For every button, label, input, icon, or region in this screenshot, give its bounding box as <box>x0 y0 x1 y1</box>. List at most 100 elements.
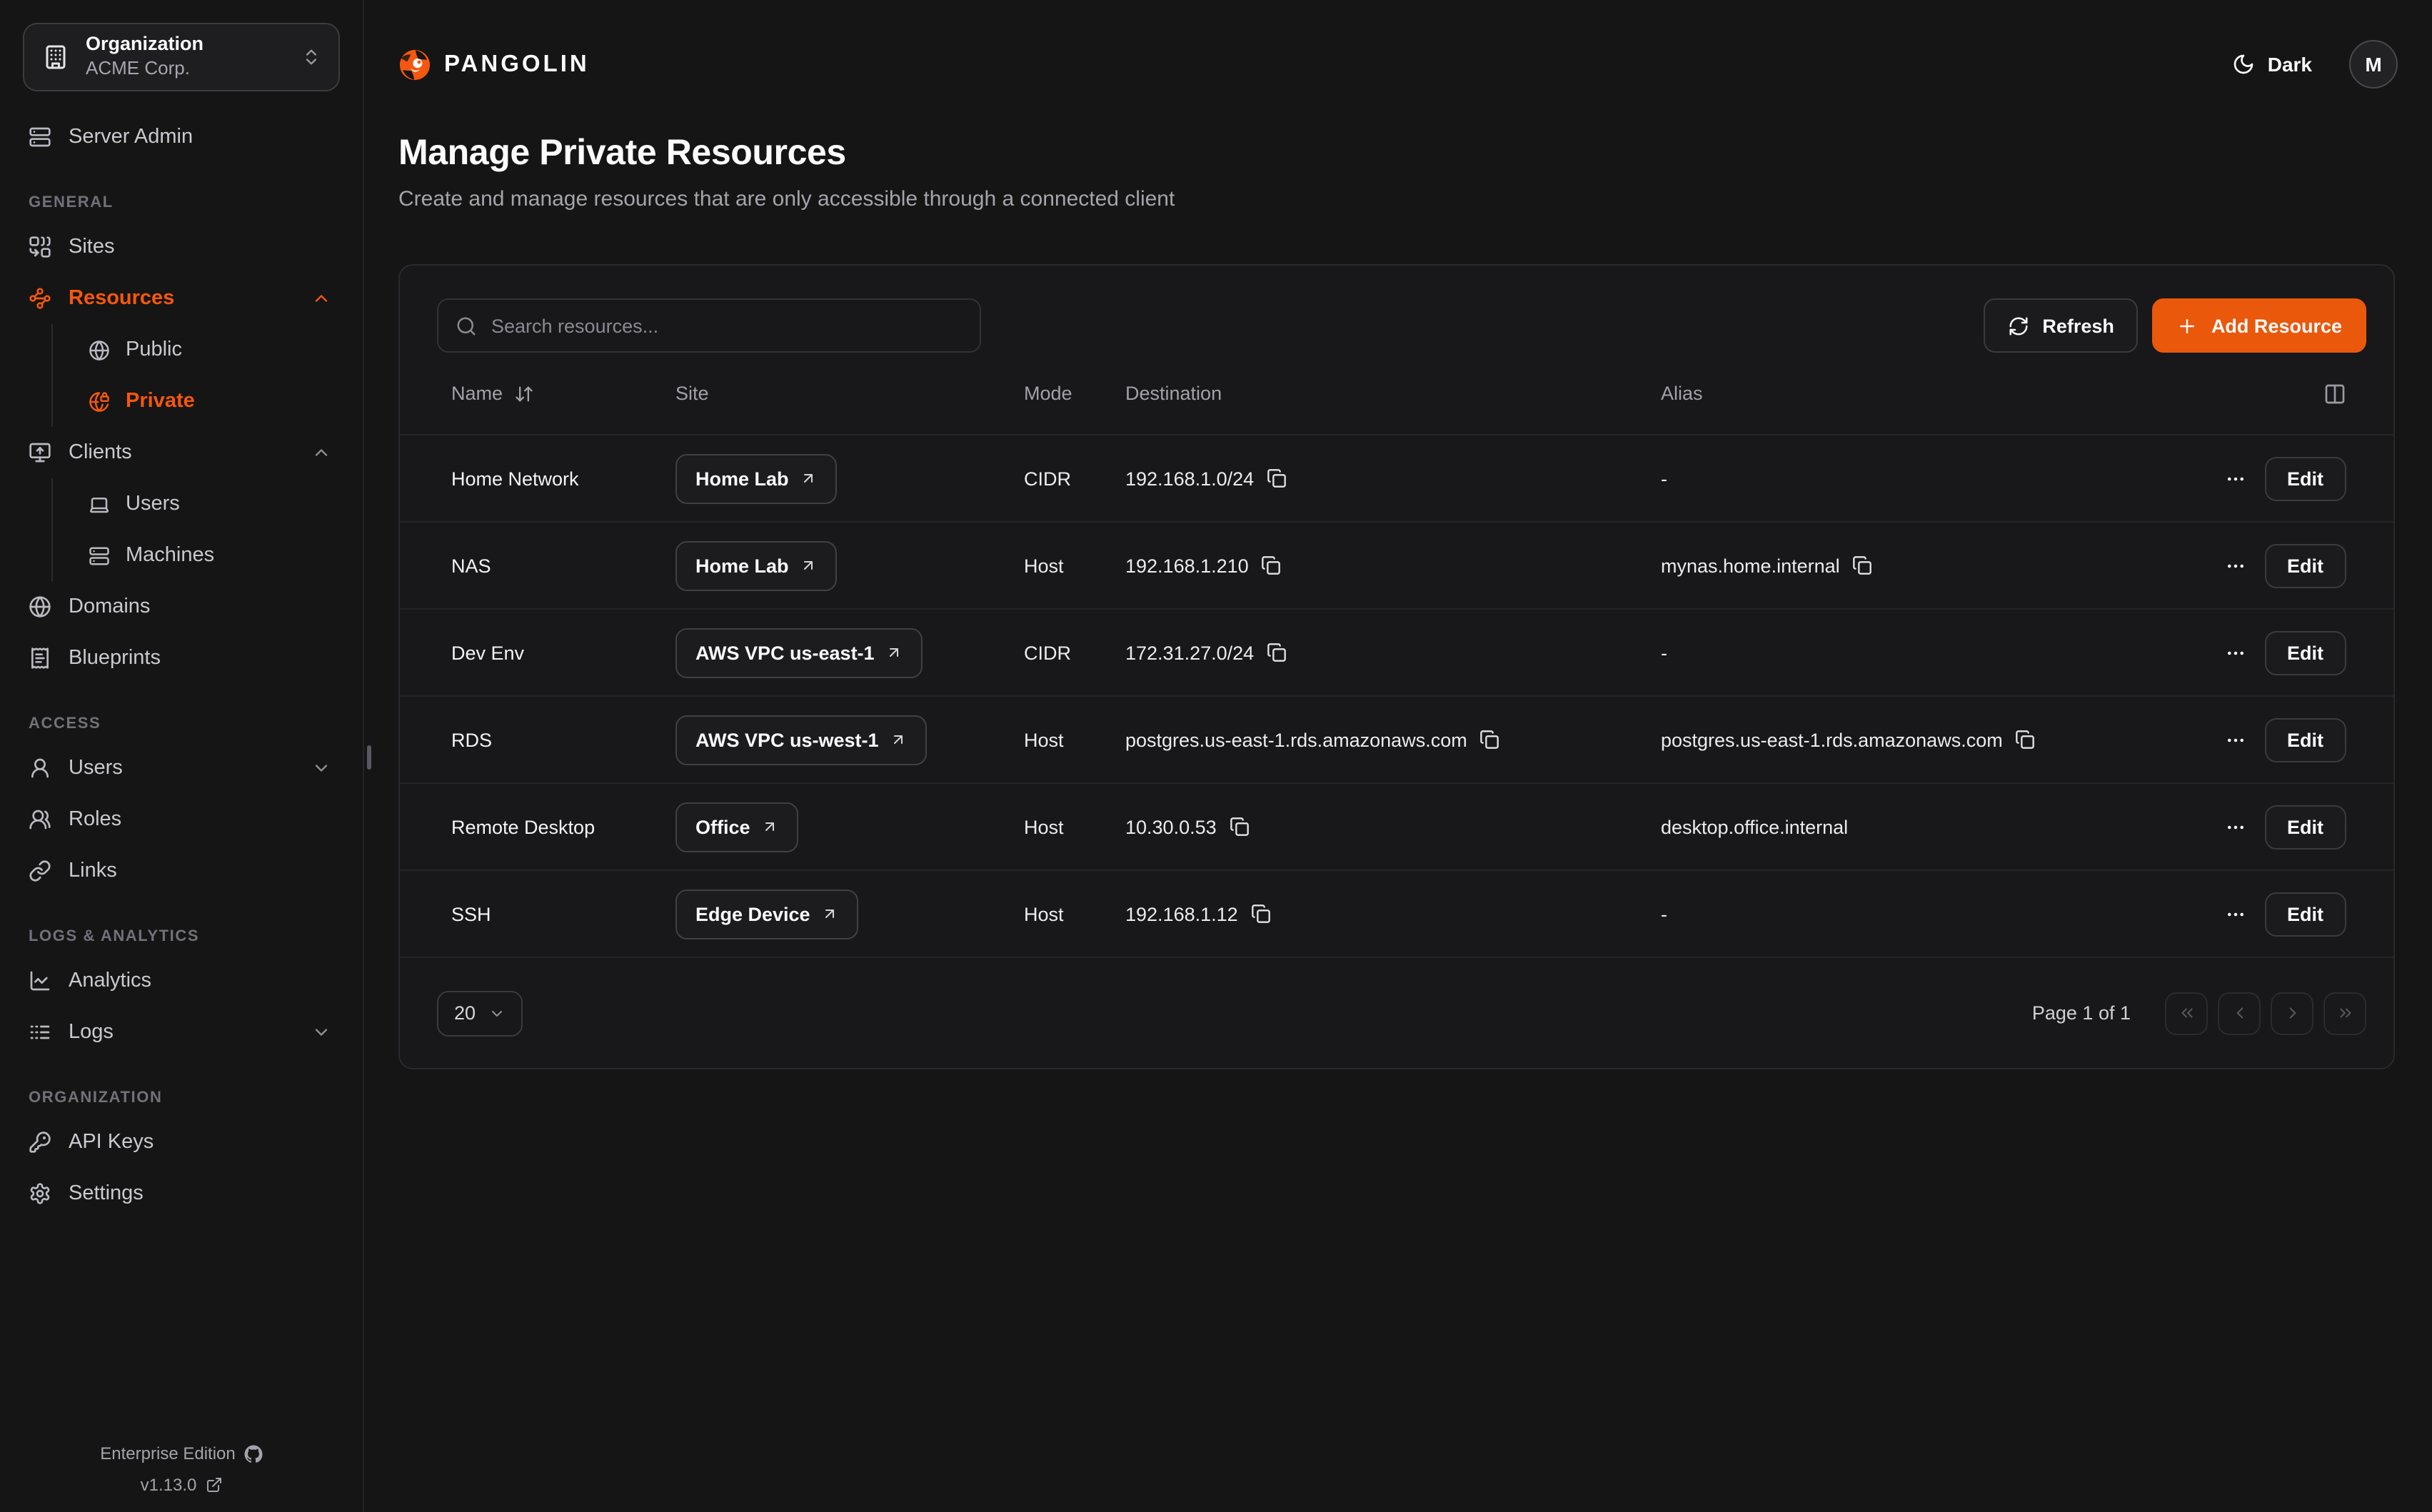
table-row: Dev Env AWS VPC us-east-1 CIDR 172.31.27… <box>400 608 2393 695</box>
site-link-button[interactable]: AWS VPC us-east-1 <box>675 628 923 677</box>
combine-icon <box>29 236 51 258</box>
resource-name: Dev Env <box>451 642 675 663</box>
previous-page-button[interactable] <box>2218 992 2261 1034</box>
section-label-logs-analytics: LOGS & ANALYTICS <box>29 928 340 945</box>
plus-icon <box>2177 315 2199 336</box>
sidebar-item-roles[interactable]: Roles <box>23 794 340 845</box>
add-resource-label: Add Resource <box>2211 315 2342 336</box>
first-page-button[interactable] <box>2165 992 2208 1034</box>
site-link-button[interactable]: AWS VPC us-west-1 <box>675 715 928 765</box>
edition-label: Enterprise Edition <box>100 1443 235 1463</box>
row-menu-button[interactable] <box>2224 642 2246 663</box>
receipt-icon <box>29 647 51 670</box>
edit-button[interactable]: Edit <box>2264 630 2346 675</box>
sidebar-nav: Server Admin GENERAL Sites Resources Pub… <box>23 111 340 1219</box>
sidebar-item-users[interactable]: Users <box>23 742 340 794</box>
column-header-destination: Destination <box>1125 383 1661 404</box>
copy-icon[interactable] <box>1230 817 1250 837</box>
refresh-button[interactable]: Refresh <box>1984 298 2139 353</box>
site-link-button[interactable]: Edge Device <box>675 889 859 939</box>
column-header-name: Name <box>451 383 675 404</box>
column-header-mode: Mode <box>1024 383 1125 404</box>
search-input[interactable] <box>491 315 963 336</box>
theme-toggle[interactable]: Dark <box>2232 53 2312 76</box>
sidebar-item-resources[interactable]: Resources <box>23 273 340 324</box>
topbar-right: Dark M <box>2232 40 2398 89</box>
mode-value: CIDR <box>1024 642 1125 663</box>
brand[interactable]: PANGOLIN <box>398 48 590 81</box>
row-menu-button[interactable] <box>2224 555 2246 576</box>
sidebar-item-links[interactable]: Links <box>23 845 340 897</box>
arrow-up-right-icon <box>822 905 839 922</box>
sidebar-item-sites[interactable]: Sites <box>23 221 340 273</box>
sidebar-item-clients[interactable]: Clients <box>23 427 340 478</box>
last-page-button[interactable] <box>2323 992 2366 1034</box>
org-selector[interactable]: Organization ACME Corp. <box>23 23 340 91</box>
sidebar-item-label: Public <box>126 338 182 361</box>
copy-icon[interactable] <box>1267 642 1287 662</box>
destination-value: 192.168.1.210 <box>1125 555 1249 576</box>
sidebar-item-settings[interactable]: Settings <box>23 1168 340 1219</box>
edit-button[interactable]: Edit <box>2264 543 2346 588</box>
table-row: NAS Home Lab Host 192.168.1.210 mynas.ho… <box>400 521 2393 608</box>
alias-value: desktop.office.internal <box>1661 816 1848 837</box>
row-menu-button[interactable] <box>2224 729 2246 750</box>
copy-icon[interactable] <box>1480 730 1500 750</box>
columns-icon[interactable] <box>2323 382 2346 405</box>
edit-button[interactable]: Edit <box>2264 717 2346 762</box>
site-link-button[interactable]: Office <box>675 802 799 852</box>
copy-icon[interactable] <box>1251 904 1271 924</box>
sort-icon[interactable] <box>514 383 534 403</box>
copy-icon[interactable] <box>2016 730 2036 750</box>
copy-icon[interactable] <box>1262 555 1282 575</box>
sidebar-item-label: Analytics <box>69 969 151 992</box>
next-page-button[interactable] <box>2271 992 2313 1034</box>
row-menu-button[interactable] <box>2224 468 2246 489</box>
table-row: RDS AWS VPC us-west-1 Host postgres.us-e… <box>400 695 2393 782</box>
destination-value: 192.168.1.12 <box>1125 903 1238 924</box>
org-selector-value: ACME Corp. <box>86 58 190 81</box>
sidebar-item-logs[interactable]: Logs <box>23 1007 340 1058</box>
sidebar-item-server-admin[interactable]: Server Admin <box>23 111 340 163</box>
sidebar-item-analytics[interactable]: Analytics <box>23 955 340 1007</box>
edit-button[interactable]: Edit <box>2264 456 2346 500</box>
sidebar-item-label: Domains <box>69 595 150 618</box>
arrow-up-right-icon <box>890 731 908 748</box>
resource-name: Home Network <box>451 468 675 489</box>
building-icon <box>43 44 69 70</box>
logs-icon <box>29 1021 51 1044</box>
edition-link[interactable]: Enterprise Edition <box>100 1443 262 1463</box>
column-header-site: Site <box>675 383 1024 404</box>
page-size-select[interactable]: 20 <box>437 990 523 1036</box>
org-selector-label: Organization <box>86 34 203 58</box>
arrow-up-right-icon <box>800 557 818 574</box>
line-chart-icon <box>29 969 51 992</box>
sidebar-item-blueprints[interactable]: Blueprints <box>23 632 340 684</box>
row-menu-button[interactable] <box>2224 903 2246 924</box>
page-head: Manage Private Resources Create and mana… <box>398 133 2398 211</box>
row-menu-button[interactable] <box>2224 816 2246 837</box>
sidebar-item-machines[interactable]: Machines <box>83 530 340 581</box>
copy-icon[interactable] <box>1853 555 1873 575</box>
add-resource-button[interactable]: Add Resource <box>2153 298 2366 353</box>
sidebar-item-client-users[interactable]: Users <box>83 478 340 530</box>
edit-button[interactable]: Edit <box>2264 805 2346 849</box>
edit-button[interactable]: Edit <box>2264 892 2346 936</box>
topbar: PANGOLIN Dark M <box>398 40 2398 89</box>
sidebar: Organization ACME Corp. Server Admin GEN… <box>0 0 364 1512</box>
globe-lock-icon <box>89 390 110 412</box>
section-label-access: ACCESS <box>29 715 340 732</box>
avatar[interactable]: M <box>2349 40 2398 89</box>
version-link[interactable]: v1.13.0 <box>141 1475 223 1495</box>
arrow-up-right-icon <box>762 818 779 835</box>
chevrons-left-icon <box>2177 1004 2196 1022</box>
sidebar-item-api-keys[interactable]: API Keys <box>23 1117 340 1168</box>
site-link-button[interactable]: Home Lab <box>675 453 838 503</box>
sidebar-item-private[interactable]: Private <box>83 376 340 427</box>
sidebar-item-label: Server Admin <box>69 126 193 148</box>
copy-icon[interactable] <box>1267 468 1287 488</box>
sidebar-item-domains[interactable]: Domains <box>23 581 340 632</box>
sidebar-item-public[interactable]: Public <box>83 324 340 376</box>
waypoints-icon <box>29 287 51 310</box>
site-link-button[interactable]: Home Lab <box>675 540 838 590</box>
